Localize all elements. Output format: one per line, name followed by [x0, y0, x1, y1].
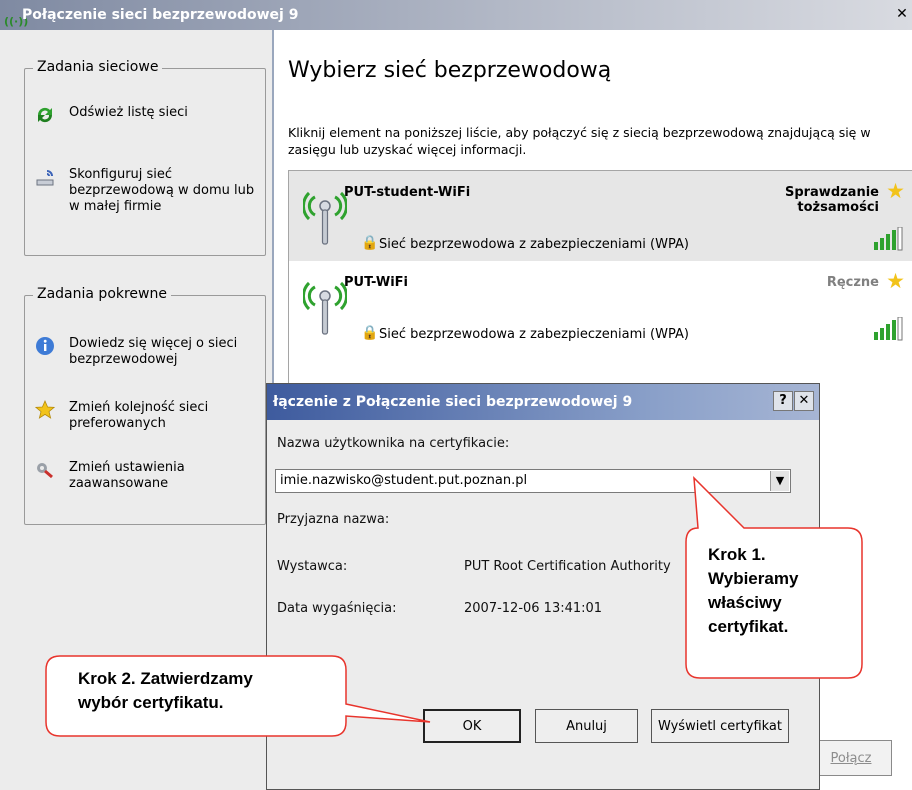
- callout-step2: Krok 2. Zatwierdzamy wybór certyfikatu.: [78, 669, 253, 712]
- screen: ((·)) Połączenie sieci bezprzewodowej 9 …: [0, 0, 912, 790]
- callout-step1: Krok 1. Wybieramy właściwy certyfikat.: [708, 545, 799, 636]
